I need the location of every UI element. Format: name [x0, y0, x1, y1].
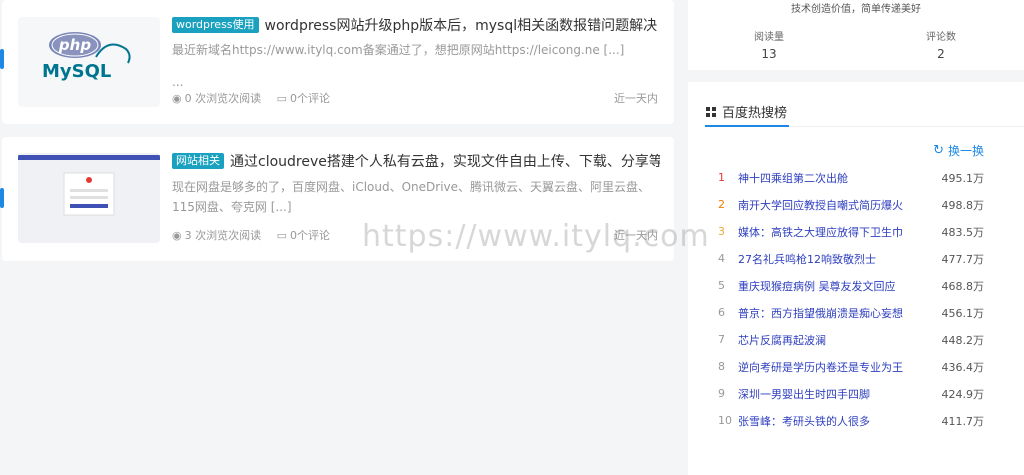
hot-item[interactable]: 8 逆向考研是学历内卷还是专业为王 436.4万 — [718, 353, 984, 380]
post-meta: ◉ 3 次浏览次阅读 ▭ 0个评论 近一天内 — [172, 229, 658, 243]
hot-item[interactable]: 7 芯片反腐再起波澜 448.2万 — [718, 326, 984, 353]
hot-title-underline — [705, 125, 789, 127]
comment-label: 评论数 — [926, 32, 956, 43]
read-label: 阅读量 — [754, 32, 784, 43]
refresh-button[interactable]: ↻ 换一换 — [933, 142, 984, 159]
post-title-text[interactable]: 通过cloudreve搭建个人私有云盘，实现文件自由上传、下载、分享等 — [230, 154, 660, 170]
refresh-icon: ↻ — [933, 143, 944, 158]
hot-item[interactable]: 3 媒体：高铁之大理应放得下卫生巾 483.5万 — [718, 218, 984, 245]
svg-text:MySQL: MySQL — [42, 61, 111, 82]
hot-item[interactable]: 6 普京：西方指望俄崩溃是痴心妄想 456.1万 — [718, 299, 984, 326]
post-meta: ◉ 0 次浏览次阅读 ▭ 0个评论 近一天内 — [172, 92, 658, 106]
hot-item[interactable]: 9 深圳一男婴出生时四手四脚 424.9万 — [718, 380, 984, 407]
hot-item[interactable]: 1 神十四乘组第二次出舱 495.1万 — [718, 164, 984, 191]
hot-list: 1 神十四乘组第二次出舱 495.1万 2 南开大学回应教授自嘲式简历爆火 498.8万… — [718, 164, 984, 434]
read-value: 13 — [761, 47, 777, 61]
hot-item[interactable]: 2 南开大学回应教授自嘲式简历爆火 498.8万 — [718, 191, 984, 218]
comment-icon: ▭ — [276, 229, 288, 242]
comment-stat: 评论数 2 — [891, 28, 991, 61]
read-stat: 阅读量 13 — [719, 28, 819, 61]
post-thumbnail[interactable] — [18, 153, 160, 243]
cloudreve-screenshot — [18, 153, 160, 243]
profile-slogan: 技术创造价值，简单传递美好 — [791, 4, 921, 15]
comments-count[interactable]: ▭ 0个评论 — [277, 92, 330, 106]
views-count: ◉ 3 次浏览次阅读 — [172, 229, 262, 242]
post-thumbnail[interactable]: php MySQL — [18, 17, 160, 107]
post-title[interactable]: wordpress使用 wordpress网站升级php版本后，mysql相关函数… — [172, 16, 660, 36]
category-tag[interactable]: 网站相关 — [172, 153, 224, 169]
php-mysql-logo: php MySQL — [42, 32, 131, 82]
post-card: php MySQL wordpress使用 wordpress网站升级php版本后… — [0, 0, 674, 124]
hot-search-title: 百度热搜榜 — [706, 102, 787, 121]
svg-text:php: php — [58, 36, 91, 54]
profile-card: 技术创造价值，简单传递美好 阅读量 13 评论数 2 — [688, 0, 1024, 70]
grid-icon — [706, 106, 716, 117]
comment-value: 2 — [937, 47, 945, 61]
views-count: ◉ 0 次浏览次阅读 — [172, 92, 262, 105]
hot-item[interactable]: 5 重庆现猴痘病例 吴尊友发文回应 468.8万 — [718, 272, 984, 299]
post-title[interactable]: 网站相关 通过cloudreve搭建个人私有云盘，实现文件自由上传、下载、分享等 — [172, 152, 660, 172]
comment-icon: ▭ — [276, 92, 288, 105]
post-card: 网站相关 通过cloudreve搭建个人私有云盘，实现文件自由上传、下载、分享等 … — [0, 137, 674, 261]
post-title-text[interactable]: wordpress网站升级php版本后，mysql相关函数报错问题解决 — [265, 18, 658, 34]
hot-search-widget: 百度热搜榜 ↻ 换一换 1 神十四乘组第二次出舱 495.1万 2 南开大学回应教授自嘲… — [688, 82, 1024, 475]
post-time: 近一天内 — [614, 229, 658, 242]
category-tag[interactable]: wordpress使用 — [172, 17, 259, 33]
hot-item[interactable]: 4 27名礼兵鸣枪12响致敬烈士 477.7万 — [718, 245, 984, 272]
post-accent-bar — [0, 188, 4, 208]
post-excerpt: 最近新域名https://www.itylq.com备案通过了，想把原网站htt… — [172, 43, 625, 57]
post-excerpt: 现在网盘是够多的了，百度网盘、iCloud、OneDrive、腾讯微云、天翼云盘… — [172, 180, 651, 214]
eye-icon: ◉ — [172, 92, 182, 105]
post-time: 近一天内 — [614, 92, 658, 105]
eye-icon: ◉ — [172, 229, 182, 242]
comments-count[interactable]: ▭ 0个评论 — [277, 229, 330, 243]
post-accent-bar — [0, 49, 4, 69]
hot-item[interactable]: 10 张雪峰：考研头铁的人很多 411.7万 — [718, 407, 984, 434]
post-excerpt-ellipsis: ... — [172, 75, 184, 89]
